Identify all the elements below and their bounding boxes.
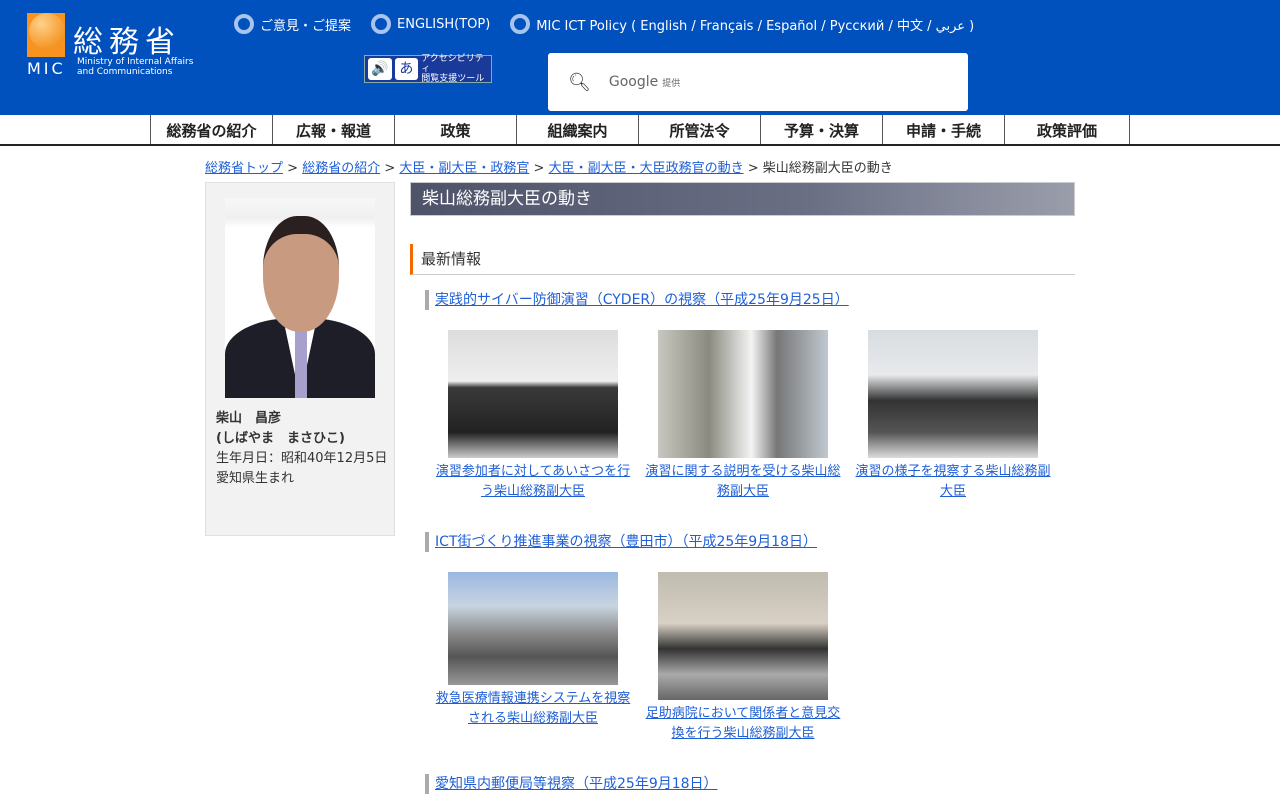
breadcrumb-link[interactable]: 総務省トップ <box>205 161 283 176</box>
link-feedback[interactable]: ご意見・ご提案 <box>234 14 351 34</box>
search-icon[interactable]: 🔍︎ <box>568 72 591 93</box>
logo-mark-icon <box>27 13 65 57</box>
event-photo[interactable] <box>658 572 828 700</box>
logo-en-line: and Communications <box>77 67 173 77</box>
photo-item: 演習の様子を視察する柴山総務副大臣 <box>855 330 1051 502</box>
circle-icon <box>371 14 392 34</box>
photo-caption-link[interactable]: 演習に関する説明を受ける柴山総務副大臣 <box>645 464 840 499</box>
search-input[interactable]: 🔍︎ Google 提供 <box>548 53 968 111</box>
nav-press[interactable]: 広報・報道 <box>272 115 394 144</box>
breadcrumb-sep: > <box>743 161 763 176</box>
global-nav: 総務省の紹介 広報・報道 政策 組織案内 所管法令 予算・決算 申請・手続 政策… <box>0 115 1280 146</box>
accessibility-tool-button[interactable]: 🔊 あ アクセシビリティ 閲覧支援ツール <box>364 54 492 84</box>
event-photo[interactable] <box>448 572 618 685</box>
profile-birthplace: 愛知県生まれ <box>216 471 295 486</box>
nav-laws[interactable]: 所管法令 <box>638 115 760 144</box>
photo-caption-link[interactable]: 救急医療情報連携システムを視察される柴山総務副大臣 <box>436 691 631 726</box>
section-heading: 最新情報 <box>410 244 1075 275</box>
provided-label: 提供 <box>662 79 681 89</box>
access-label: 閲覧支援ツール <box>421 74 485 84</box>
link-label: ご意見・ご提案 <box>260 18 352 34</box>
circle-icon <box>510 14 531 34</box>
breadcrumb-current: 柴山総務副大臣の動き <box>762 161 893 176</box>
circle-icon <box>234 14 254 34</box>
breadcrumb-link[interactable]: 総務省の紹介 <box>302 161 380 176</box>
logo-english: Ministry of Internal Affairs and Communic… <box>77 57 193 77</box>
breadcrumb-link[interactable]: 大臣・副大臣・政務官 <box>399 161 529 176</box>
breadcrumb-sep: > <box>283 161 303 176</box>
google-label: Google <box>608 74 659 90</box>
event-photo[interactable] <box>868 330 1038 458</box>
link-ict-policy[interactable]: MIC ICT Policy ( English / Français / Es… <box>510 14 974 34</box>
profile-birth: 生年月日：昭和40年12月5日 <box>216 451 388 466</box>
photo-caption-link[interactable]: 足助病院において関係者と意見交換を行う柴山総務副大臣 <box>646 706 841 741</box>
profile-kana: (しばやま まさひこ) <box>216 431 345 446</box>
photo-item: 救急医療情報連携システムを視察される柴山総務副大臣 <box>435 572 631 744</box>
breadcrumb-link[interactable]: 大臣・副大臣・大臣政務官の動き <box>549 161 744 176</box>
entry-heading: 実践的サイバー防御演習（CYDER）の視察（平成25年9月25日） <box>425 290 1075 310</box>
nav-organization[interactable]: 組織案内 <box>516 115 638 144</box>
entry-link[interactable]: 実践的サイバー防御演習（CYDER）の視察（平成25年9月25日） <box>435 292 849 308</box>
entry-heading: 愛知県内郵便局等視察（平成25年9月18日） <box>425 774 1075 794</box>
profile-name: 柴山 昌彦 <box>216 411 282 426</box>
entry-link[interactable]: 愛知県内郵便局等視察（平成25年9月18日） <box>435 776 718 792</box>
speaker-icon: 🔊 <box>368 58 392 80</box>
link-english[interactable]: ENGLISH(TOP) <box>371 14 490 34</box>
main-content: 柴山総務副大臣の動き 最新情報 実践的サイバー防御演習（CYDER）の視察（平成… <box>410 182 1075 794</box>
hiragana-icon: あ <box>394 58 419 80</box>
breadcrumb-sep: > <box>529 161 549 176</box>
nav-budget[interactable]: 予算・決算 <box>760 115 882 144</box>
profile-panel: 柴山 昌彦 (しばやま まさひこ) 生年月日：昭和40年12月5日 愛知県生まれ <box>205 182 395 536</box>
logo-kanji: 総務省 <box>73 25 181 60</box>
top-links: ご意見・ご提案 ENGLISH(TOP) MIC ICT Policy ( En… <box>234 14 974 34</box>
page-title: 柴山総務副大臣の動き <box>410 182 1075 216</box>
link-label: MIC ICT Policy ( English / Français / Es… <box>536 18 975 34</box>
photo-item: 足助病院において関係者と意見交換を行う柴山総務副大臣 <box>645 572 841 744</box>
access-label: アクセシビリティ <box>421 54 484 74</box>
event-photo[interactable] <box>448 330 618 458</box>
photo-item: 演習に関する説明を受ける柴山総務副大臣 <box>645 330 841 502</box>
photo-caption-link[interactable]: 演習参加者に対してあいさつを行う柴山総務副大臣 <box>436 464 630 499</box>
event-photo[interactable] <box>658 330 828 458</box>
photo-caption-link[interactable]: 演習の様子を視察する柴山総務副大臣 <box>855 464 1050 499</box>
nav-evaluation[interactable]: 政策評価 <box>1004 115 1130 144</box>
breadcrumb-sep: > <box>380 161 400 176</box>
nav-policy[interactable]: 政策 <box>394 115 516 144</box>
nav-about[interactable]: 総務省の紹介 <box>150 115 272 144</box>
photo-item: 演習参加者に対してあいさつを行う柴山総務副大臣 <box>435 330 631 502</box>
logo-en-line: Ministry of Internal Affairs <box>77 57 194 67</box>
portrait-photo <box>225 198 375 398</box>
header: 総務省 MIC Ministry of Internal Affairs and … <box>0 0 1280 115</box>
entry-heading: ICT街づくり推進事業の視察（豊田市）（平成25年9月18日） <box>425 532 1075 552</box>
link-label: ENGLISH(TOP) <box>397 16 491 32</box>
search-brand: Google 提供 <box>609 74 680 90</box>
breadcrumb: 総務省トップ > 総務省の紹介 > 大臣・副大臣・政務官 > 大臣・副大臣・大臣… <box>205 157 893 176</box>
logo-mic: MIC <box>27 59 66 78</box>
nav-applications[interactable]: 申請・手続 <box>882 115 1004 144</box>
entry-link[interactable]: ICT街づくり推進事業の視察（豊田市）（平成25年9月18日） <box>435 534 817 550</box>
